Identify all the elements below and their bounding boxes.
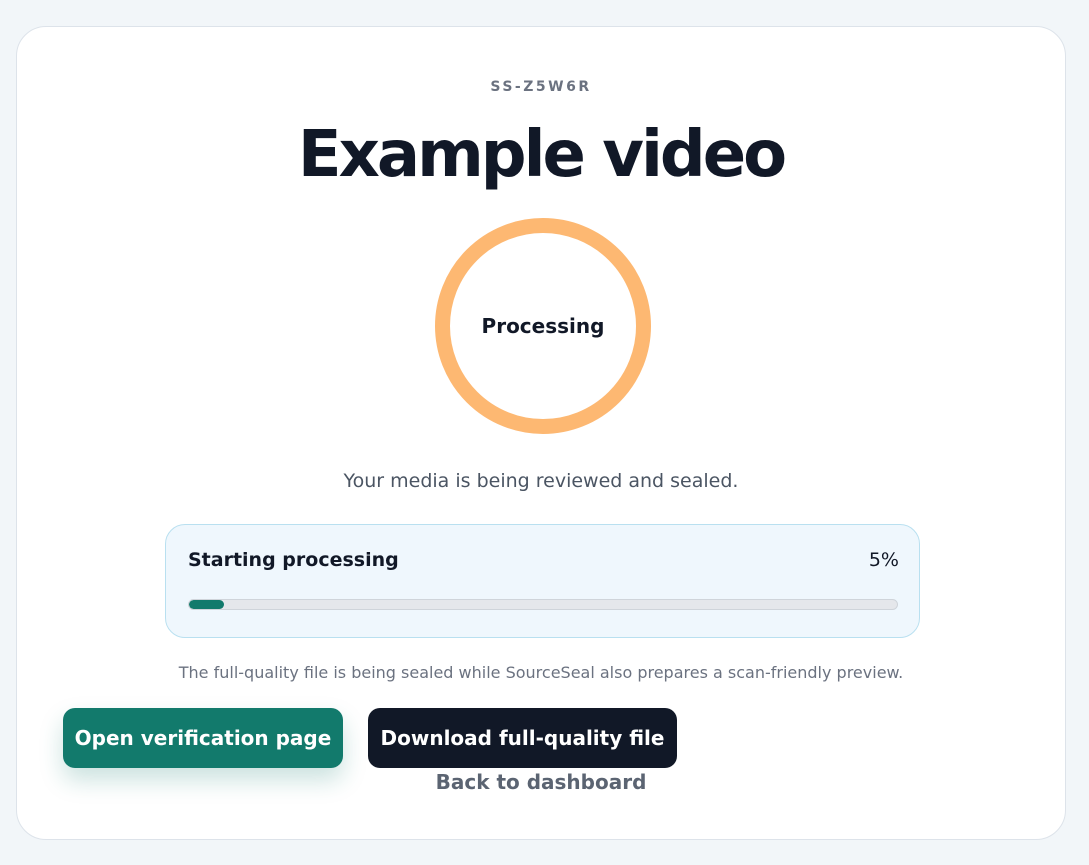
open-verification-button[interactable]: Open verification page bbox=[63, 708, 343, 768]
status-ring: Processing bbox=[435, 218, 651, 434]
download-file-button[interactable]: Download full-quality file bbox=[368, 708, 677, 768]
progress-percent: 5% bbox=[868, 549, 899, 571]
back-to-dashboard-link[interactable]: Back to dashboard bbox=[17, 770, 1065, 794]
processing-note: The full-quality file is being sealed wh… bbox=[178, 663, 904, 682]
status-ring-label: Processing bbox=[481, 314, 605, 338]
page-title: Example video bbox=[297, 118, 787, 192]
progress-bar-fill bbox=[189, 600, 225, 609]
progress-panel: Starting processing 5% bbox=[165, 524, 920, 638]
progress-label: Starting processing bbox=[188, 549, 399, 571]
status-message: Your media is being reviewed and sealed. bbox=[343, 470, 739, 492]
media-code: SS-Z5W6R bbox=[490, 79, 592, 95]
progress-bar bbox=[188, 599, 898, 610]
status-card: SS-Z5W6R Example video Processing Your m… bbox=[16, 26, 1066, 840]
